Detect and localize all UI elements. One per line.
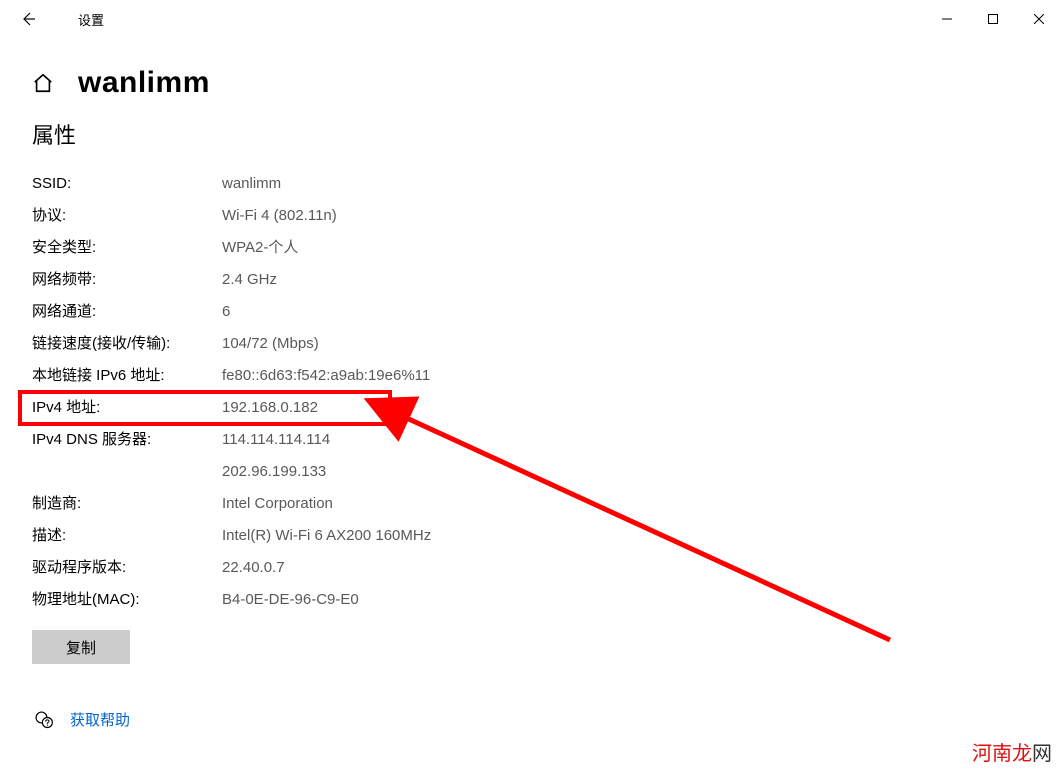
prop-value: 192.168.0.182 (222, 392, 318, 424)
prop-row-mac: 物理地址(MAC): B4-0E-DE-96-C9-E0 (32, 584, 1030, 616)
prop-label: 本地链接 IPv6 地址: (32, 360, 222, 392)
prop-row-desc: 描述: Intel(R) Wi-Fi 6 AX200 160MHz (32, 520, 1030, 552)
prop-row-protocol: 协议: Wi-Fi 4 (802.11n) (32, 200, 1030, 232)
prop-value: 22.40.0.7 (222, 552, 285, 584)
back-button[interactable] (8, 0, 48, 38)
prop-label: 网络频带: (32, 264, 222, 296)
prop-value: 114.114.114.114 202.96.199.133 (222, 424, 330, 488)
prop-label: IPv4 DNS 服务器: (32, 424, 222, 488)
prop-row-channel: 网络通道: 6 (32, 296, 1030, 328)
page-header: wanlimm (32, 66, 1030, 100)
prop-label: 描述: (32, 520, 222, 552)
watermark: 河南龙网 (972, 737, 1052, 766)
copy-button[interactable]: 复制 (32, 630, 130, 664)
properties-list: SSID: wanlimm 协议: Wi-Fi 4 (802.11n) 安全类型… (32, 168, 1030, 616)
close-button[interactable] (1016, 0, 1062, 38)
prop-value: Intel(R) Wi-Fi 6 AX200 160MHz (222, 520, 431, 552)
prop-label: IPv4 地址: (32, 392, 222, 424)
maximize-icon (988, 14, 998, 24)
prop-value: wanlimm (222, 168, 281, 200)
prop-value: Wi-Fi 4 (802.11n) (222, 200, 337, 232)
prop-row-band: 网络频带: 2.4 GHz (32, 264, 1030, 296)
prop-row-linkspeed: 链接速度(接收/传输): 104/72 (Mbps) (32, 328, 1030, 360)
prop-row-security: 安全类型: WPA2-个人 (32, 232, 1030, 264)
prop-value: B4-0E-DE-96-C9-E0 (222, 584, 359, 616)
minimize-icon (942, 14, 952, 24)
prop-label: SSID: (32, 168, 222, 200)
prop-value: 104/72 (Mbps) (222, 328, 319, 360)
close-icon (1034, 14, 1044, 24)
prop-label: 链接速度(接收/传输): (32, 328, 222, 360)
help-row: 获取帮助 (34, 709, 130, 730)
prop-row-ssid: SSID: wanlimm (32, 168, 1030, 200)
prop-value: fe80::6d63:f542:a9ab:19e6%11 (222, 360, 430, 392)
prop-row-dns: IPv4 DNS 服务器: 114.114.114.114 202.96.199… (32, 424, 1030, 488)
get-help-link[interactable]: 获取帮助 (70, 709, 130, 730)
prop-label: 安全类型: (32, 232, 222, 264)
prop-row-ipv6local: 本地链接 IPv6 地址: fe80::6d63:f542:a9ab:19e6%… (32, 360, 1030, 392)
section-title: 属性 (32, 118, 1030, 150)
prop-value: 2.4 GHz (222, 264, 277, 296)
prop-label: 制造商: (32, 488, 222, 520)
prop-label: 协议: (32, 200, 222, 232)
prop-value: Intel Corporation (222, 488, 333, 520)
minimize-button[interactable] (924, 0, 970, 38)
prop-row-driver: 驱动程序版本: 22.40.0.7 (32, 552, 1030, 584)
watermark-brand: 河南龙 (972, 743, 1032, 765)
prop-value: WPA2-个人 (222, 232, 298, 264)
prop-label: 物理地址(MAC): (32, 584, 222, 616)
prop-label: 驱动程序版本: (32, 552, 222, 584)
back-arrow-icon (20, 11, 36, 27)
prop-row-vendor: 制造商: Intel Corporation (32, 488, 1030, 520)
prop-label: 网络通道: (32, 296, 222, 328)
maximize-button[interactable] (970, 0, 1016, 38)
chat-help-icon (34, 710, 54, 730)
content-area: wanlimm 属性 SSID: wanlimm 协议: Wi-Fi 4 (80… (0, 38, 1062, 664)
window-title: 设置 (78, 10, 104, 29)
home-icon[interactable] (32, 72, 54, 94)
watermark-suffix: 网 (1032, 743, 1052, 765)
prop-value: 6 (222, 296, 230, 328)
page-title: wanlimm (78, 66, 210, 100)
titlebar: 设置 (0, 0, 1062, 38)
prop-row-ipv4: IPv4 地址: 192.168.0.182 (20, 392, 390, 424)
